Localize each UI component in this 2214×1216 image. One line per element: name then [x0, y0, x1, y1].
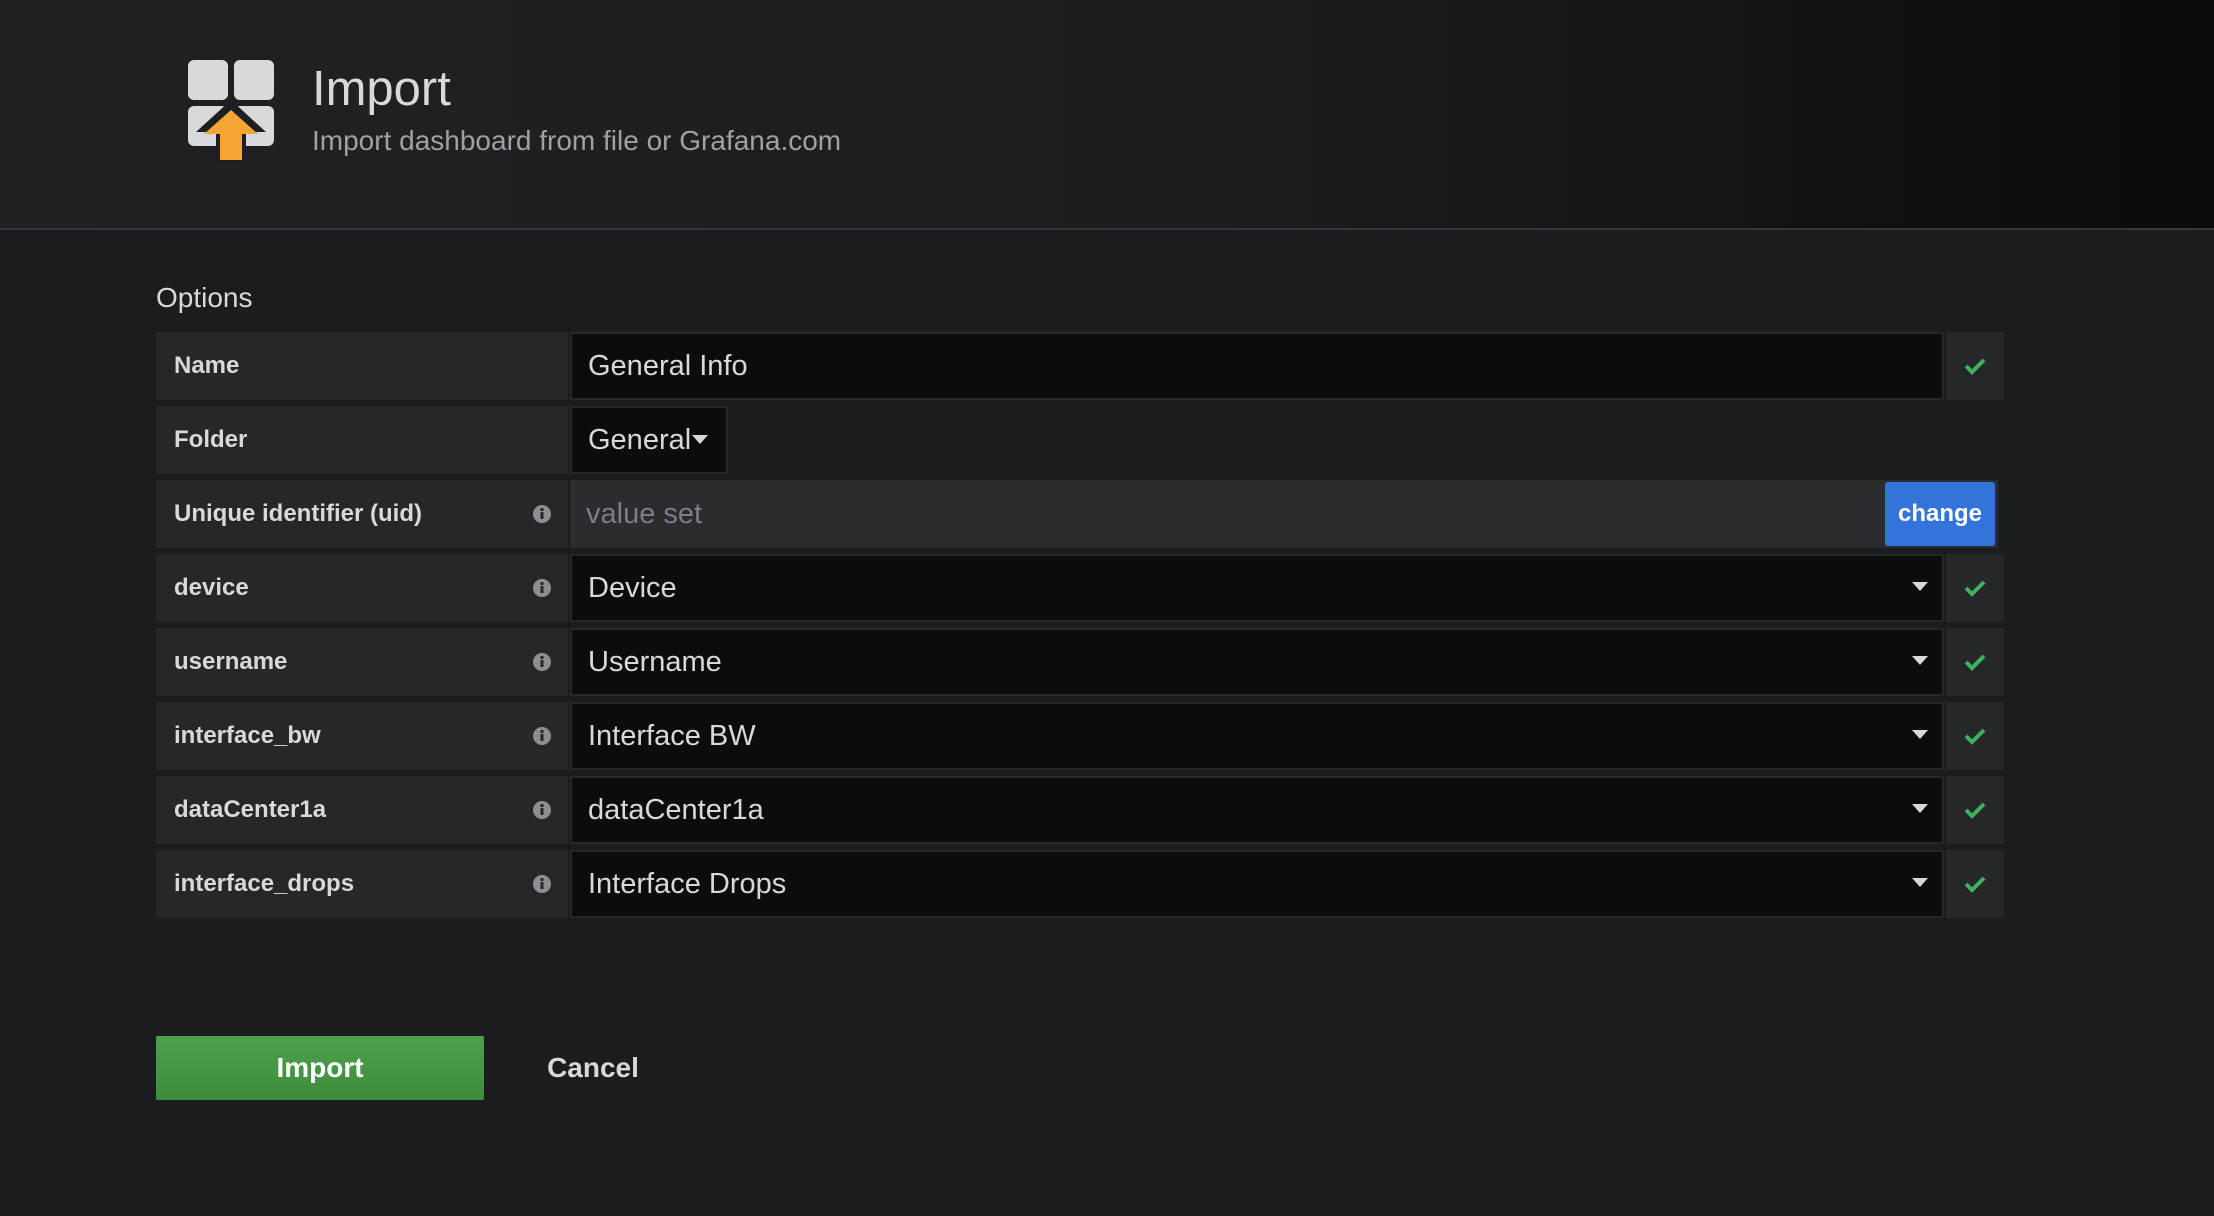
import-icon [188, 60, 274, 164]
cancel-button[interactable]: Cancel [530, 1036, 656, 1100]
import-page: Import Import dashboard from file or Gra… [0, 0, 2214, 1216]
datacenter1a-valid-check-icon [1946, 776, 2004, 844]
interface-bw-label: interface_bw [156, 702, 568, 770]
device-valid-check-icon [1946, 554, 2004, 622]
info-icon[interactable] [532, 800, 552, 820]
folder-select[interactable]: General [570, 406, 728, 474]
info-icon[interactable] [532, 874, 552, 894]
page-title: Import [312, 62, 451, 116]
datacenter1a-select-value: dataCenter1a [588, 793, 764, 826]
interface-drops-valid-check-icon [1946, 850, 2004, 918]
chevron-down-icon [1912, 656, 1928, 665]
device-label-text: device [174, 574, 249, 601]
device-select-value: Device [588, 571, 677, 604]
import-button[interactable]: Import [156, 1036, 484, 1100]
chevron-down-icon [1912, 878, 1928, 887]
datacenter1a-datasource-select[interactable]: dataCenter1a [570, 776, 1944, 844]
page-header: Import Import dashboard from file or Gra… [0, 0, 2214, 230]
interface-bw-select-value: Interface BW [588, 719, 756, 752]
uid-row: Unique identifier (uid) value set change [156, 480, 2004, 548]
name-row: Name General Info [156, 332, 2004, 400]
info-icon[interactable] [532, 652, 552, 672]
interface-drops-label-text: interface_drops [174, 870, 355, 897]
uid-input: value set [570, 480, 1998, 548]
chevron-down-icon [1912, 582, 1928, 591]
interface-bw-label-text: interface_bw [174, 722, 321, 749]
username-label-text: username [174, 648, 288, 675]
datacenter1a-label-text: dataCenter1a [174, 796, 327, 823]
info-icon[interactable] [532, 726, 552, 746]
input-row-interface-bw: interface_bw Interface BW [156, 702, 2004, 770]
uid-label: Unique identifier (uid) [156, 480, 568, 548]
username-select-value: Username [588, 645, 722, 678]
interface-bw-valid-check-icon [1946, 702, 2004, 770]
datacenter1a-label: dataCenter1a [156, 776, 568, 844]
name-input[interactable]: General Info [570, 332, 1944, 400]
input-row-device: device Device [156, 554, 2004, 622]
chevron-down-icon [1912, 804, 1928, 813]
change-uid-button[interactable]: change [1885, 482, 1995, 546]
options-heading: Options [156, 282, 253, 313]
uid-label-text: Unique identifier (uid) [174, 500, 422, 527]
interface-drops-label: interface_drops [156, 850, 568, 918]
chevron-down-icon [1912, 730, 1928, 739]
name-label: Name [156, 332, 568, 400]
interface-drops-select-value: Interface Drops [588, 867, 787, 900]
input-row-interface-drops: interface_drops Interface Drops [156, 850, 2004, 918]
chevron-down-icon [692, 435, 708, 444]
folder-row: Folder General [156, 406, 2004, 474]
username-valid-check-icon [1946, 628, 2004, 696]
interface-bw-datasource-select[interactable]: Interface BW [570, 702, 1944, 770]
folder-label: Folder [156, 406, 568, 474]
username-datasource-select[interactable]: Username [570, 628, 1944, 696]
folder-select-value: General [588, 423, 692, 456]
device-label: device [156, 554, 568, 622]
username-label: username [156, 628, 568, 696]
input-row-datacenter1a: dataCenter1a dataCenter1a [156, 776, 2004, 844]
input-row-username: username Username [156, 628, 2004, 696]
interface-drops-datasource-select[interactable]: Interface Drops [570, 850, 1944, 918]
page-subtitle: Import dashboard from file or Grafana.co… [312, 125, 842, 156]
name-valid-check-icon [1946, 332, 2004, 400]
info-icon[interactable] [532, 578, 552, 598]
device-datasource-select[interactable]: Device [570, 554, 1944, 622]
info-icon[interactable] [532, 504, 552, 524]
